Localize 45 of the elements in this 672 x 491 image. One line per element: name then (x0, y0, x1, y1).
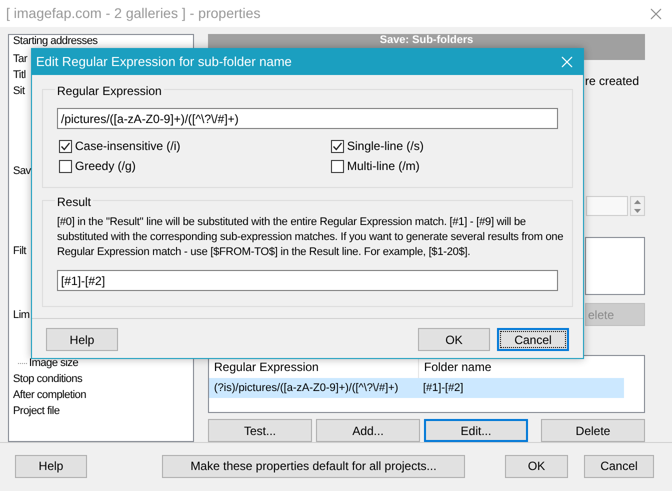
tree-item[interactable]: Titl (13, 67, 26, 83)
footer-button[interactable]: Cancel (584, 454, 654, 478)
result-field[interactable]: [#1]-[#2] (57, 270, 558, 291)
window-title: [ imagefap.com - 2 galleries ] - properties (6, 4, 260, 23)
table-row[interactable]: (?is)/pictures/([a-zA-Z0-9]+)/([^\?\/#]+) [#1]-[#2] (209, 378, 624, 398)
tree-item[interactable]: After completion (13, 387, 86, 403)
footer-button[interactable]: Make these properties default for all projects... (162, 454, 465, 478)
dialog-button[interactable]: OK (418, 328, 490, 351)
dialog-button[interactable]: Cancel (497, 328, 569, 351)
tree-item[interactable]: Sav (13, 163, 31, 179)
checkbox-label: Greedy (/g) (75, 158, 136, 175)
spinner-control[interactable] (630, 196, 645, 216)
up-arrow-icon[interactable] (634, 200, 641, 204)
result-help-text: [#0] in the "Result" line will be substituted with the entire Regular Expression match. [#1] - [#9] will be substituted with the corresponding sub-expression matches. If you want to generate several results from one Regular Expression match - use [$FROM-TO$] in the Result line. For example, [$1-20$]. (57, 215, 564, 260)
regex-field[interactable]: /pictures/([a-zA-Z0-9]+)/([^\?\/#]+) (57, 108, 558, 129)
tree-item[interactable]: Starting addresses (13, 35, 98, 47)
tree-item[interactable]: Sit (13, 83, 25, 99)
tree-item[interactable]: Image size (29, 355, 78, 371)
tree-item[interactable]: Stop conditions (13, 371, 82, 387)
number-field[interactable] (586, 196, 628, 216)
checkbox[interactable] (59, 160, 72, 172)
tree-item[interactable]: Project file (13, 403, 60, 419)
column-header[interactable]: Regular Expression (209, 356, 418, 378)
description-text: re created (584, 73, 639, 90)
table-cell-text: (?is)/pictures/([a-zA-Z0-9]+)/([^\?\/#]+) (213, 380, 400, 396)
checkbox-label: Case-insensitive (/i) (75, 138, 180, 155)
tree-item[interactable]: Lim (13, 307, 30, 323)
tree-item[interactable]: Filt (13, 243, 26, 259)
down-arrow-icon[interactable] (634, 208, 641, 212)
checkbox[interactable] (331, 140, 344, 152)
close-icon[interactable] (650, 8, 662, 20)
action-button[interactable]: Edit... (424, 419, 528, 442)
checkbox-label: Single-line (/s) (347, 138, 424, 155)
checkbox[interactable] (59, 140, 72, 152)
tree-item[interactable]: Tar (13, 51, 28, 67)
footer-button[interactable]: Help (15, 454, 87, 478)
checkbox-label: Multi-line (/m) (347, 158, 420, 175)
action-button[interactable]: Add... (316, 419, 420, 442)
checkbox[interactable] (331, 160, 344, 172)
footer-button[interactable]: OK (505, 454, 568, 478)
table-cell-text: [#1]-[#2] (422, 380, 464, 396)
action-button[interactable]: Test... (208, 419, 312, 442)
dialog-button[interactable]: Help (46, 328, 118, 351)
action-button[interactable]: Delete (541, 419, 646, 442)
list-box[interactable] (585, 237, 645, 295)
